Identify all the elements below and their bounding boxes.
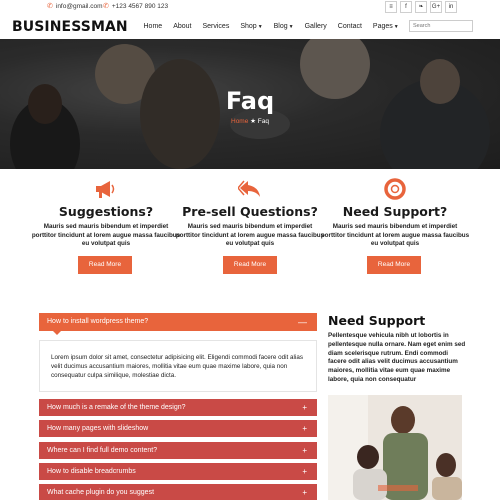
faq-item[interactable]: What cache plugin do you suggest + [39,484,317,500]
feature-text: Mauris sed mauris bibendum et imperdiet … [31,223,181,247]
plus-icon: + [302,446,307,455]
nav-label: Pages [372,23,393,30]
nav-item-shop[interactable]: Shop▼ [235,23,268,30]
phone-text[interactable]: +123 4567 890 123 [112,3,168,10]
faq-question: What cache plugin do you suggest [47,489,155,496]
arrow-down-icon [53,331,61,335]
faq-item[interactable]: Where can I find full demo content? + [39,442,317,459]
nav-item-pages[interactable]: Pages▼ [367,23,404,30]
site-logo[interactable]: BUSINESSMAN [12,19,128,35]
nav-label: Shop [240,23,257,30]
faq-question: Where can I find full demo content? [47,447,158,454]
faq-item-open[interactable]: How to install wordpress theme? — [39,313,317,335]
nav-item-blog[interactable]: Blog▼ [268,23,299,30]
feature-title: Need Support? [342,204,448,219]
minus-icon: — [298,317,307,327]
nav-item-about[interactable]: About [168,23,197,30]
faq-answer: Lorem ipsum dolor sit amet, consectetur … [39,340,317,392]
email-contact[interactable]: ✆ info@gmail.com [47,3,103,10]
top-bar: ✆ info@gmail.com ✆ +123 4567 890 123 ≡ f… [0,0,500,14]
feature-pre-sell: Pre-sell Questions? Mauris sed mauris bi… [175,178,325,249]
hero-banner: Faq Home ★ Faq [0,39,500,169]
feature-title: Pre-sell Questions? [182,204,318,219]
faq-question: How to install wordpress theme? [47,318,149,325]
site-header: BUSINESSMAN Home About Services Shop▼ Bl… [0,14,500,39]
breadcrumb: Home ★ Faq [0,117,500,125]
reply-all-icon [175,178,325,200]
feature-need-support: Need Support? Mauris sed mauris bibendum… [320,178,470,249]
twitter-icon[interactable]: ❧ [415,1,427,13]
facebook-icon[interactable]: f [400,1,412,13]
nav-item-gallery[interactable]: Gallery [299,23,332,30]
breadcrumb-home[interactable]: Home [231,118,248,125]
plus-icon: + [302,467,307,476]
breadcrumb-separator: ★ [250,118,256,125]
nav-item-services[interactable]: Services [197,23,235,30]
phone-icon: ✆ [103,3,109,10]
rss-icon[interactable]: ≡ [385,1,397,13]
page-title: Faq [225,87,275,115]
chevron-down-icon: ▼ [393,24,399,30]
read-more-button[interactable]: Read More [78,256,132,274]
chevron-down-icon: ▼ [257,24,263,30]
faq-item[interactable]: How many pages with slideshow + [39,420,317,437]
nav-item-home[interactable]: Home [138,23,168,30]
nav-label: Blog [273,23,288,30]
nav-item-contact[interactable]: Contact [332,23,367,30]
faq-item[interactable]: How to disable breadcrumbs + [39,463,317,480]
feature-suggestions: Suggestions? Mauris sed mauris bibendum … [31,178,181,249]
breadcrumb-current: Faq [257,118,269,125]
sidebar-text: Pellentesque vehicula nibh ut lobortis i… [328,332,466,383]
lifebuoy-icon [320,178,470,200]
support-photo [328,395,462,500]
read-more-button[interactable]: Read More [223,256,277,274]
plus-icon: + [302,403,307,412]
main-nav: Home About Services Shop▼ Blog▼ Gallery … [138,14,404,39]
read-more-button[interactable]: Read More [367,256,421,274]
faq-item[interactable]: How much is a remake of the theme design… [39,399,317,416]
phone-contact[interactable]: ✆ +123 4567 890 123 [103,3,168,10]
feature-text: Mauris sed mauris bibendum et imperdiet … [320,223,470,247]
email-text[interactable]: info@gmail.com [56,3,103,10]
chevron-down-icon: ▼ [288,24,294,30]
sidebar-title: Need Support [328,313,426,328]
faq-question: How many pages with slideshow [47,425,149,432]
search-input[interactable] [409,20,473,32]
social-links: ≡ f ❧ G+ in [385,1,457,13]
faq-question: How to disable breadcrumbs [47,468,136,475]
linkedin-icon[interactable]: in [445,1,457,13]
feature-title: Suggestions? [58,204,154,219]
feature-text: Mauris sed mauris bibendum et imperdiet … [175,223,325,247]
plus-icon: + [302,488,307,497]
faq-question: How much is a remake of the theme design… [47,404,186,411]
plus-icon: + [302,424,307,433]
megaphone-icon [31,178,181,200]
google-plus-icon[interactable]: G+ [430,1,442,13]
phone-icon: ✆ [47,3,53,10]
